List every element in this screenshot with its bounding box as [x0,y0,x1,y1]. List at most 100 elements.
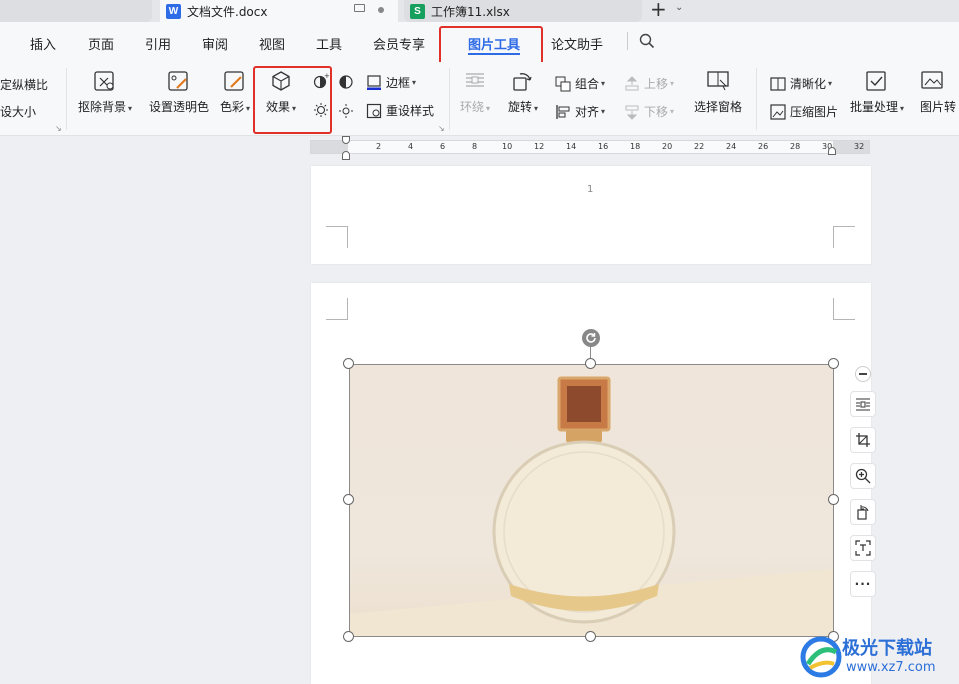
right-indent-marker-icon[interactable] [828,147,836,155]
ruler-tick: 24 [726,142,737,151]
rotate-label: 旋转 [508,100,533,114]
horizontal-ruler[interactable]: 2 4 6 8 10 12 14 16 18 20 22 24 26 28 30… [310,136,870,160]
rotate-handle-icon[interactable] [581,328,601,351]
ocr-extract-button[interactable] [850,535,876,561]
resize-handle[interactable] [343,494,354,505]
tab-workbook[interactable]: S 工作簿11.xlsx [404,0,642,22]
tab-workbook-label: 工作簿11.xlsx [431,4,510,19]
selection-pane-button[interactable]: 选择窗格 [694,70,742,115]
move-up-label: 上移 [644,77,669,91]
word-file-icon: W [166,3,181,19]
crop-icon [856,433,870,447]
menu-references[interactable]: 引用 [145,34,171,53]
menu-page[interactable]: 页面 [88,34,114,53]
excel-file-icon: S [410,3,425,19]
batch-process-button[interactable]: 批量处理 ▾ [850,70,904,115]
resize-handle[interactable] [828,358,839,369]
move-up-button[interactable]: 上移 ▾ [624,75,674,92]
document-page-1[interactable]: 1 [311,166,871,264]
layout-options-button[interactable] [850,391,876,417]
dialog-launcher-icon[interactable]: ↘ [55,124,62,133]
compress-image-icon [770,103,786,120]
set-transparent-label: 设置透明色 [149,100,210,114]
image-selection-border [349,364,834,637]
compress-image-button[interactable]: 压缩图片 [770,103,838,120]
chevron-down-icon[interactable]: ⌄ [675,2,683,13]
sun-icon[interactable] [338,103,354,122]
ribbon-divider [66,68,67,130]
unsaved-dot-icon[interactable] [378,7,384,13]
resize-handle[interactable] [828,494,839,505]
indent-marker-icon[interactable] [342,151,350,160]
collapse-toolbar-button[interactable] [855,366,871,382]
tab-document[interactable]: W 文档文件.docx [160,0,398,22]
contrast-icon[interactable] [338,74,354,93]
send-backward-icon [625,105,639,120]
border-label: 边框 [386,76,411,90]
margin-corner-mark [833,298,855,320]
dialog-launcher-icon[interactable]: ↘ [438,124,445,133]
menu-picture-tools[interactable]: 图片工具 [468,34,520,53]
tab-overflow[interactable] [0,0,152,22]
group-button[interactable]: 组合 ▾ [555,75,605,92]
convert-image-label: 图片转 [920,100,957,114]
batch-process-label: 批量处理 [850,100,899,114]
border-icon [367,74,381,90]
ruler-tick: 26 [758,142,769,151]
menu-member[interactable]: 会员专享 [373,34,425,53]
more-options-button[interactable]: ··· [850,571,876,597]
menu-view[interactable]: 视图 [259,34,285,53]
batch-check-icon [866,71,886,91]
set-transparent-button[interactable]: 设置透明色 [149,70,209,115]
new-tab-button[interactable]: + [650,0,667,21]
reset-style-button[interactable]: 重设样式 [366,102,434,119]
brightness-decrease-icon[interactable] [313,102,329,121]
ruler-tick: 6 [440,142,446,151]
lock-ratio-button[interactable]: 定纵横比 [0,76,48,93]
menu-tools[interactable]: 工具 [316,34,342,53]
aurora-logo-icon [800,636,842,678]
border-button[interactable]: 边框 ▾ [366,74,416,91]
menu-thesis-assistant[interactable]: 论文助手 [551,34,603,53]
rotate-button[interactable]: 旋转 ▾ [508,70,538,115]
crop-button[interactable] [850,427,876,453]
menu-review[interactable]: 审阅 [202,34,228,53]
minus-icon [859,373,867,375]
align-button[interactable]: 对齐 ▾ [555,103,605,120]
zoom-image-button[interactable] [850,463,876,489]
menu-insert[interactable]: 插入 [30,34,56,53]
margin-corner-mark [326,298,348,320]
wrap-button[interactable]: 环绕 ▾ [460,70,490,115]
bring-forward-icon [625,75,639,90]
convert-image-button[interactable]: 图片转 [920,70,956,115]
zoom-in-icon [855,468,871,484]
resize-handle[interactable] [585,358,596,369]
remove-background-button[interactable]: 抠除背景 ▾ [78,70,132,115]
ruler-tick: 32 [854,142,865,151]
selection-pane-label: 选择窗格 [694,100,743,114]
page-number: 1 [587,184,594,195]
wrap-label: 环绕 [460,100,485,114]
brightness-increase-icon[interactable]: + [313,72,330,92]
watermark-url: www.xz7.com [846,660,936,675]
margin-corner-mark [833,226,855,248]
active-tab-underline [468,53,520,55]
move-down-button[interactable]: 下移 ▾ [624,103,674,120]
reset-size-button[interactable]: 设大小 [0,103,36,120]
rotate-image-button[interactable] [850,499,876,525]
set-transparent-icon [168,71,188,91]
svg-text:+: + [324,73,329,80]
resize-handle[interactable] [343,631,354,642]
sharpen-button[interactable]: 清晰化 ▾ [770,75,832,92]
resize-handle[interactable] [585,631,596,642]
resize-handle[interactable] [343,358,354,369]
effects-button[interactable]: 效果 ▾ [266,70,296,115]
wrap-text-icon [466,73,485,87]
monitor-icon[interactable] [354,4,365,12]
search-icon[interactable] [639,33,655,52]
indent-marker-icon[interactable] [342,136,350,144]
more-dots-icon: ··· [854,577,872,591]
sharpen-label: 清晰化 [790,77,827,91]
ribbon-divider [756,68,757,130]
color-button[interactable]: 色彩 ▾ [220,70,250,115]
